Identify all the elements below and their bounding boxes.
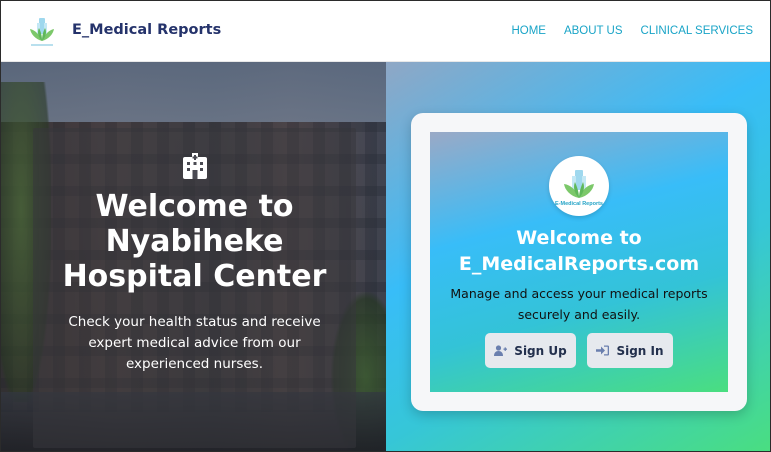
hero-title-line-2: Nyabiheke [105, 224, 284, 259]
nav-link-home[interactable]: HOME [511, 25, 546, 37]
sign-up-button[interactable]: Sign Up [485, 333, 576, 368]
hero-title: Welcome to Nyabiheke Hospital Center [33, 189, 356, 294]
lotus-logo-icon[interactable] [25, 15, 59, 49]
card-logo-text: E-Medical Reports [555, 201, 603, 207]
card-title-line-2: E_MedicalReports.com [458, 253, 700, 275]
sign-in-label: Sign In [616, 343, 664, 358]
nav-links: HOME ABOUT US CLINICAL SERVICES [511, 25, 753, 37]
nav-link-about-us[interactable]: ABOUT US [564, 25, 623, 37]
hospital-icon [183, 153, 207, 179]
hero-title-line-3: Hospital Center [62, 259, 327, 294]
page-frame: E_Medical Reports HOME ABOUT US CLINICAL… [0, 0, 771, 452]
card-title-line-1: Welcome to [516, 227, 642, 249]
lotus-logo-icon [564, 170, 594, 198]
sign-up-label: Sign Up [514, 343, 567, 358]
sign-in-button[interactable]: Sign In [587, 333, 673, 368]
sign-in-icon [596, 345, 610, 356]
card-logo [549, 156, 609, 216]
sky-area [1, 62, 386, 122]
hero-description: Check your health status and receive exp… [68, 314, 321, 372]
card-title: Welcome to E_MedicalReports.com [430, 225, 728, 277]
brand-name[interactable]: E_Medical Reports [72, 22, 221, 38]
user-plus-icon [494, 345, 508, 356]
nav-link-clinical-services[interactable]: CLINICAL SERVICES [641, 25, 753, 37]
hero-title-line-1: Welcome to [95, 189, 294, 224]
card-description: Manage and access your medical reports s… [450, 286, 708, 322]
navbar: E_Medical Reports HOME ABOUT US CLINICAL… [1, 1, 770, 62]
